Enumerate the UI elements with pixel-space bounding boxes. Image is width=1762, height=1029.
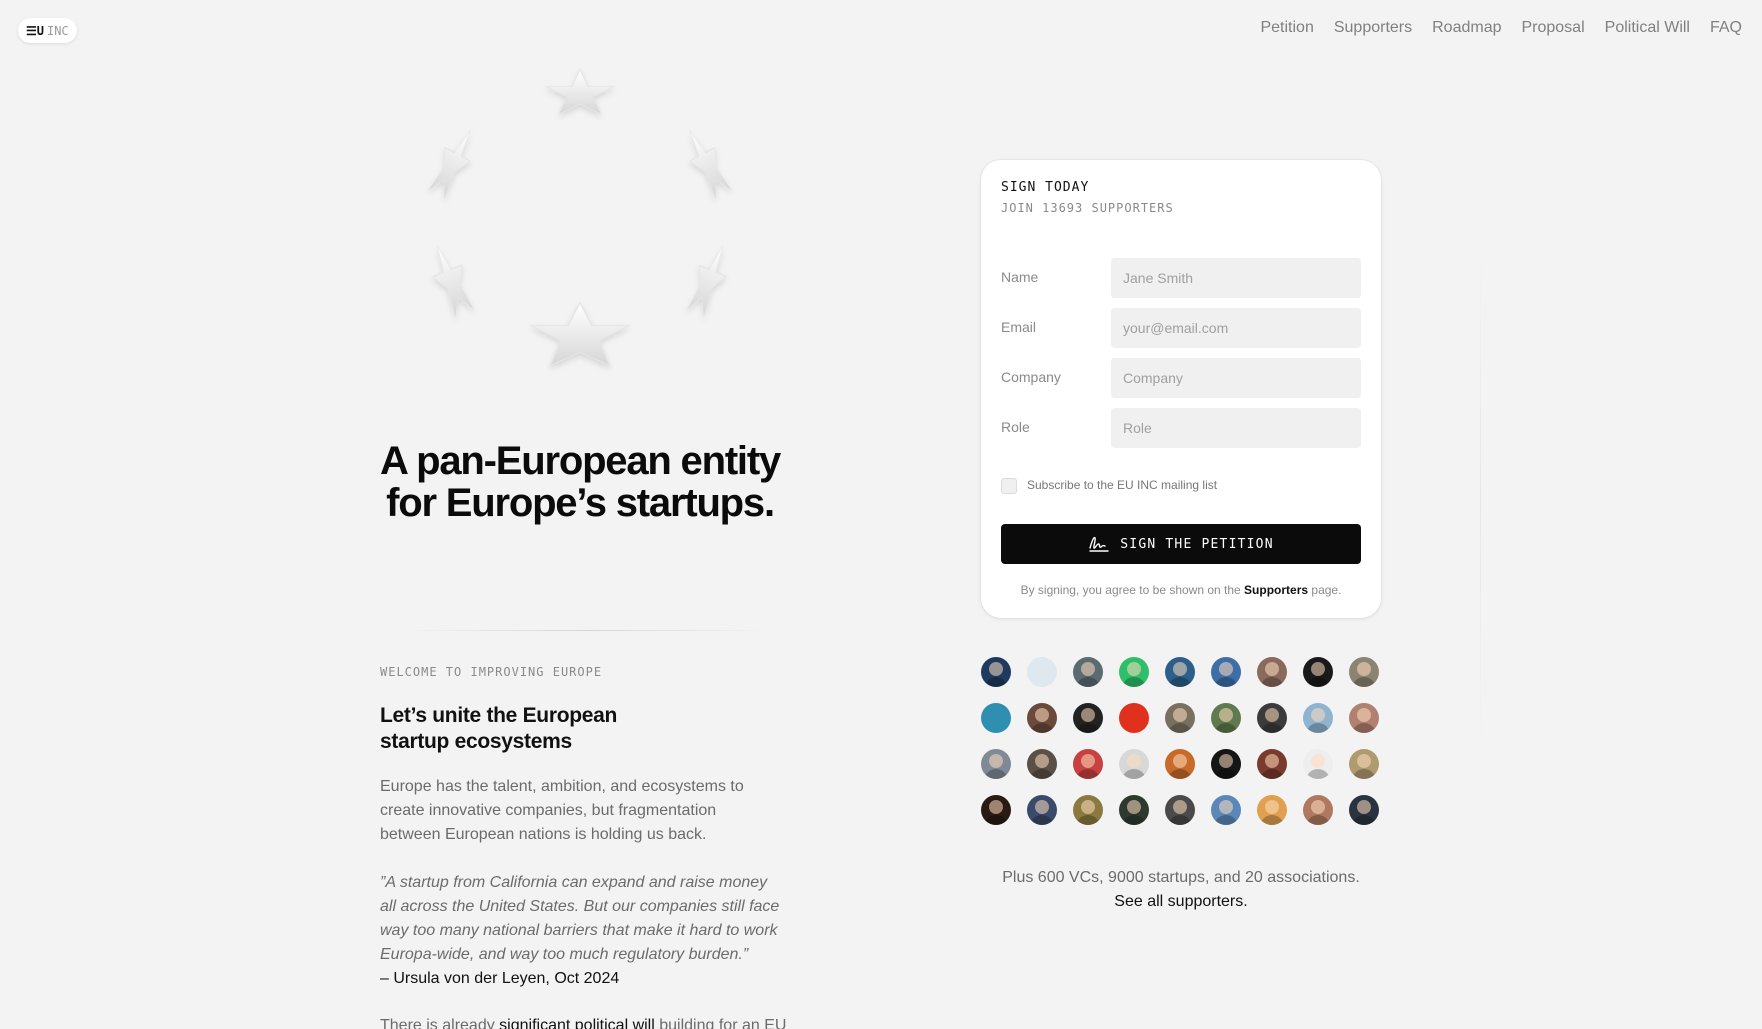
supporter-avatar[interactable] [1257, 657, 1287, 687]
supporter-avatar[interactable] [1073, 795, 1103, 825]
star-icon [431, 244, 475, 319]
supporter-avatar[interactable] [1211, 749, 1241, 779]
supporter-avatar[interactable] [1119, 795, 1149, 825]
name-label: Name [1001, 269, 1039, 285]
supporter-avatar[interactable] [1257, 703, 1287, 733]
supporter-avatar[interactable] [1211, 795, 1241, 825]
political-will-text: There is already significant political w… [380, 1014, 800, 1029]
quote-author: – Ursula von der Leyen, Oct 2024 [380, 970, 620, 987]
supporters-summary: Plus 600 VCs, 9000 startups, and 20 asso… [1002, 869, 1360, 886]
supporter-avatar[interactable] [1027, 749, 1057, 779]
supporter-avatar[interactable] [1119, 657, 1149, 687]
signature-icon [1089, 536, 1109, 552]
supporter-avatar[interactable] [1027, 657, 1057, 687]
sign-petition-label: SIGN THE PETITION [1120, 536, 1274, 552]
see-all-supporters-link[interactable]: See all supporters. [981, 890, 1381, 914]
intro-body: Europe has the talent, ambition, and eco… [380, 778, 744, 843]
supporter-avatar[interactable] [1119, 749, 1149, 779]
eu-inc-logo[interactable]: ☰U INC [18, 18, 77, 43]
supporter-avatar[interactable] [1349, 657, 1379, 687]
disclaimer-prefix: By signing, you agree to be shown on the [1020, 583, 1245, 597]
supporter-avatar[interactable] [981, 703, 1011, 733]
supporter-avatar[interactable] [1027, 703, 1057, 733]
supporter-avatar[interactable] [1349, 749, 1379, 779]
supporter-avatar[interactable] [1073, 703, 1103, 733]
supporter-avatar[interactable] [1211, 657, 1241, 687]
supporter-avatar[interactable] [1303, 749, 1333, 779]
supporter-avatar[interactable] [1257, 795, 1287, 825]
company-field[interactable] [1111, 358, 1361, 398]
nav-proposal[interactable]: Proposal [1521, 19, 1584, 37]
company-label: Company [1001, 369, 1061, 385]
intro-quote: ”A startup from California can expand an… [380, 874, 780, 963]
supporter-avatar[interactable] [981, 749, 1011, 779]
petition-disclaimer: By signing, you agree to be shown on the… [981, 583, 1381, 597]
supporter-avatar[interactable] [1073, 657, 1103, 687]
eu-stars-illustration [427, 68, 733, 367]
supporter-avatars [981, 657, 1381, 825]
role-field[interactable] [1111, 408, 1361, 448]
star-icon [544, 68, 616, 115]
star-icon [529, 301, 631, 367]
section-divider [400, 630, 770, 631]
supporters-page-link[interactable]: Supporters [1244, 583, 1308, 597]
nav-roadmap[interactable]: Roadmap [1432, 19, 1501, 37]
subscribe-label[interactable]: Subscribe to the EU INC mailing list [1027, 478, 1217, 492]
nav-supporters[interactable]: Supporters [1334, 19, 1412, 37]
supporter-avatar[interactable] [1349, 795, 1379, 825]
logo-sub: INC [46, 23, 69, 38]
supporter-avatar[interactable] [1027, 795, 1057, 825]
petition-heading: SIGN TODAY [1001, 180, 1090, 195]
logo-mark: ☰U [26, 23, 44, 38]
supporter-avatar[interactable] [1165, 657, 1195, 687]
intro-eyebrow: WELCOME TO IMPROVING EUROPE [380, 665, 603, 679]
email-label: Email [1001, 319, 1037, 335]
political-will-prefix: There is already [380, 1017, 500, 1029]
supporter-avatar[interactable] [1257, 749, 1287, 779]
supporter-avatar[interactable] [981, 795, 1011, 825]
intro-title: Let’s unite the European startup ecosyst… [380, 704, 618, 753]
supporter-avatar[interactable] [1303, 657, 1333, 687]
disclaimer-suffix: page. [1308, 583, 1342, 597]
role-label: Role [1001, 419, 1030, 435]
petition-card: SIGN TODAY JOIN 13693 SUPPORTERS Name Em… [981, 160, 1381, 618]
political-will-link[interactable]: significant political will [499, 1017, 655, 1029]
supporter-avatar[interactable] [1211, 703, 1241, 733]
supporter-avatar[interactable] [1165, 749, 1195, 779]
supporter-avatar[interactable] [1303, 703, 1333, 733]
petition-subheading: JOIN 13693 SUPPORTERS [1001, 201, 1174, 215]
email-field[interactable] [1111, 308, 1361, 348]
subscribe-checkbox[interactable] [1001, 478, 1017, 494]
supporter-avatar[interactable] [1165, 795, 1195, 825]
hero-title: A pan-European entity for Europe’s start… [380, 439, 781, 525]
nav-faq[interactable]: FAQ [1710, 19, 1742, 37]
right-divider [1480, 250, 1481, 750]
star-icon [686, 244, 727, 319]
star-icon [427, 129, 472, 201]
nav-political-will[interactable]: Political Will [1605, 19, 1690, 37]
name-field[interactable] [1111, 258, 1361, 298]
supporter-avatar[interactable] [1303, 795, 1333, 825]
supporter-avatar[interactable] [1165, 703, 1195, 733]
star-icon [688, 129, 733, 201]
top-nav: Petition Supporters Roadmap Proposal Pol… [1260, 19, 1742, 37]
supporter-avatar[interactable] [1073, 749, 1103, 779]
supporter-avatar[interactable] [1349, 703, 1379, 733]
political-will-suffix: building for an EU [654, 1017, 787, 1029]
sign-petition-button[interactable]: SIGN THE PETITION [1001, 524, 1361, 564]
nav-petition[interactable]: Petition [1260, 19, 1313, 37]
supporter-avatar[interactable] [1119, 703, 1149, 733]
supporter-avatar[interactable] [981, 657, 1011, 687]
